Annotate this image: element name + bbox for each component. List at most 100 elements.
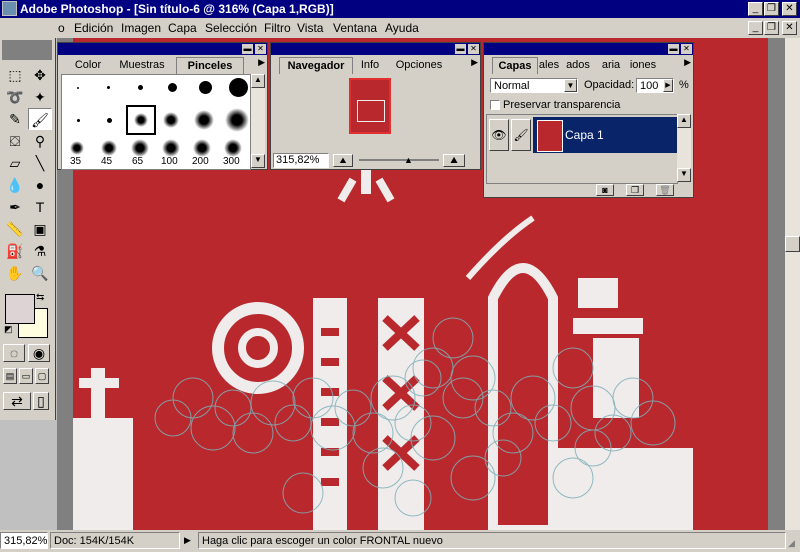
palette-toggle-icon[interactable]: ▯	[33, 392, 49, 410]
eye-icon[interactable]: 👁	[489, 119, 509, 151]
quick-mask-mode-icon[interactable]: ◉	[28, 344, 50, 362]
screen-mode-full-menu-icon[interactable]: ▭	[19, 368, 33, 384]
menu-item-imagen[interactable]: Imagen	[121, 21, 161, 35]
brush-preset[interactable]	[225, 108, 249, 132]
scroll-down-icon[interactable]: ▼	[677, 168, 691, 182]
brush-preset[interactable]	[224, 139, 242, 157]
brush-preset[interactable]	[163, 112, 179, 128]
screen-mode-standard-icon[interactable]: ▤	[3, 368, 17, 384]
brush-scrollbar[interactable]: ▲ ▼	[251, 74, 265, 168]
history-brush-tool-icon[interactable]: ⚲	[28, 130, 52, 152]
tab-color[interactable]: Color	[68, 57, 108, 73]
preserve-transparency-checkbox[interactable]	[490, 100, 500, 110]
add-layer-mask-icon[interactable]: ◙	[596, 184, 614, 196]
palette-minimize-button[interactable]: ▬	[668, 44, 679, 54]
tab-muestras[interactable]: Muestras	[112, 57, 172, 73]
palette-menu-arrow-icon[interactable]: ▶	[684, 57, 691, 68]
zoom-in-icon[interactable]: ⛰	[443, 154, 465, 167]
eyedropper-tool-icon[interactable]: ⚗	[28, 240, 52, 262]
menu-item-ventana[interactable]: Ventana	[333, 21, 377, 35]
scroll-up-icon[interactable]: ▲	[677, 114, 691, 128]
palette-header[interactable]: ▬ ✕	[271, 43, 480, 55]
zoom-tool-icon[interactable]: 🔍	[28, 262, 52, 284]
menu-item-capa[interactable]: Capa	[168, 21, 197, 35]
menu-item-seleccion[interactable]: Selección	[205, 21, 257, 35]
brush-preset[interactable]	[107, 118, 112, 123]
zoom-slider-track[interactable]	[359, 159, 439, 161]
airbrush-tool-icon[interactable]: ✎	[3, 108, 27, 130]
hand-tool-icon[interactable]: ✋	[3, 262, 27, 284]
brush-preset[interactable]	[101, 140, 117, 156]
rubber-stamp-tool-icon[interactable]: ⛋	[3, 130, 27, 152]
gradient-tool-icon[interactable]: ▣	[28, 218, 52, 240]
close-button[interactable]: ✕	[782, 2, 797, 16]
brush-preset[interactable]	[134, 113, 148, 127]
palette-minimize-button[interactable]: ▬	[455, 44, 466, 54]
menu-item-archivo[interactable]: o	[58, 21, 65, 35]
marquee-tool-icon[interactable]: ⬚	[3, 64, 27, 86]
menu-item-vista[interactable]: Vista	[297, 21, 323, 35]
layer-row[interactable]: 👁 🖌 Capa 1	[487, 117, 677, 153]
brush-preset[interactable]	[193, 139, 211, 157]
eraser-tool-icon[interactable]: ▱	[3, 152, 27, 174]
resize-grip-icon[interactable]: ◢	[788, 538, 795, 549]
opacity-arrow-icon[interactable]: ▶	[663, 79, 673, 92]
layers-scrollbar[interactable]: ▲ ▼	[677, 114, 691, 182]
palette-close-button[interactable]: ✕	[468, 44, 479, 54]
swap-colors-icon[interactable]: ⇆	[36, 292, 44, 303]
palette-close-button[interactable]: ✕	[681, 44, 692, 54]
move-tool-icon[interactable]: ✥	[28, 64, 52, 86]
blur-tool-icon[interactable]: 💧	[3, 174, 27, 196]
status-menu-arrow-icon[interactable]: ▶	[184, 535, 191, 546]
status-zoom[interactable]: 315,82%	[0, 532, 48, 549]
type-tool-icon[interactable]: T	[28, 196, 52, 218]
tab-info[interactable]: Info	[355, 57, 385, 73]
restore-button[interactable]: ❐	[764, 2, 779, 16]
menu-item-ayuda[interactable]: Ayuda	[385, 21, 419, 35]
brush-preset[interactable]	[138, 85, 143, 90]
burn-tool-icon[interactable]: ●	[28, 174, 52, 196]
brush-preset[interactable]	[70, 141, 84, 155]
tab-canales[interactable]: ales	[536, 57, 562, 73]
brush-preset[interactable]	[77, 87, 79, 89]
tab-navegador[interactable]: Navegador	[279, 57, 353, 74]
palette-header[interactable]: ▬ ✕	[58, 43, 267, 55]
blend-mode-select[interactable]: Normal ▼	[490, 78, 578, 93]
scroll-down-icon[interactable]: ▼	[251, 154, 265, 168]
photoshop-app-icon[interactable]	[2, 1, 17, 16]
zoom-slider-thumb[interactable]: ▲	[404, 155, 413, 165]
tab-capas[interactable]: Capas	[492, 57, 538, 74]
doc-minimize-button[interactable]: _	[748, 21, 763, 35]
menu-item-filtro[interactable]: Filtro	[264, 21, 291, 35]
brush-preset[interactable]	[131, 139, 149, 157]
tab-acciones[interactable]: iones	[626, 57, 660, 73]
zoom-out-icon[interactable]: ⛰	[333, 154, 353, 167]
layer-selected-highlight[interactable]: Capa 1	[533, 117, 677, 153]
paint-bucket-tool-icon[interactable]: ⛽	[3, 240, 27, 262]
lasso-tool-icon[interactable]: ➰	[3, 86, 27, 108]
brush-preset[interactable]	[107, 86, 110, 89]
chevron-down-icon[interactable]: ▼	[564, 79, 577, 92]
jump-to-imageready-icon[interactable]: ⇄	[3, 392, 31, 410]
palette-menu-arrow-icon[interactable]: ▶	[471, 57, 478, 68]
navigator-zoom-field[interactable]: 315,82%	[273, 153, 329, 168]
palette-close-button[interactable]: ✕	[255, 44, 266, 54]
palette-header[interactable]: ▬ ✕	[484, 43, 693, 55]
tab-historia[interactable]: aria	[596, 57, 626, 73]
measure-tool-icon[interactable]: 📏	[3, 218, 27, 240]
trash-icon[interactable]: 🗑	[656, 184, 674, 196]
standard-mode-icon[interactable]: ◌	[3, 344, 25, 362]
opacity-input[interactable]: 100 ▶	[636, 78, 674, 93]
brush-preset[interactable]	[77, 119, 80, 122]
tab-opciones[interactable]: Opciones	[389, 57, 449, 73]
foreground-color-swatch[interactable]	[5, 294, 35, 324]
paintbrush-tool-icon[interactable]: 🖌	[28, 108, 52, 130]
scroll-thumb[interactable]	[785, 236, 800, 252]
brush-preset[interactable]	[199, 81, 212, 94]
palette-minimize-button[interactable]: ▬	[242, 44, 253, 54]
paintbrush-icon[interactable]: 🖌	[511, 119, 531, 151]
tab-pinceles[interactable]: Pinceles	[176, 57, 244, 74]
menu-item-edicion[interactable]: Edición	[74, 21, 113, 35]
scroll-up-icon[interactable]: ▲	[251, 74, 265, 88]
brush-preset[interactable]	[168, 83, 177, 92]
